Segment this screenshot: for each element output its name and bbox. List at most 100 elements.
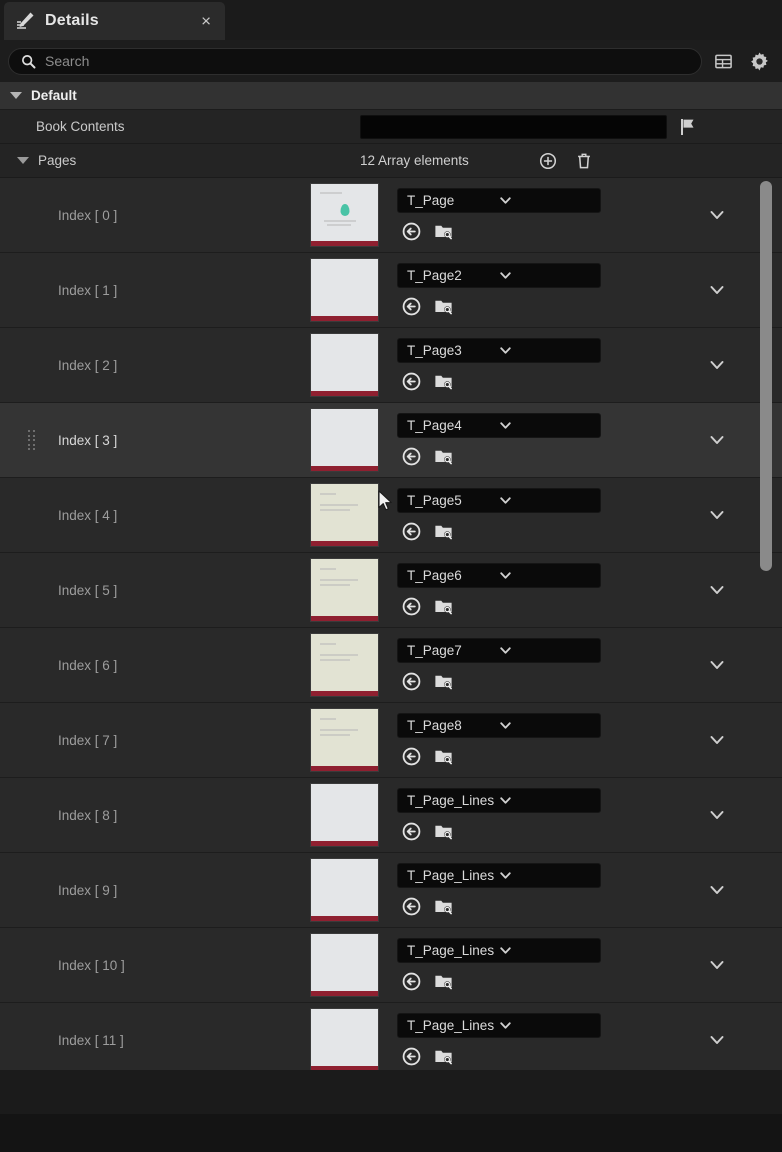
asset-combo-box[interactable]: T_Page2: [397, 262, 601, 288]
use-selected-asset-icon[interactable]: [401, 896, 423, 918]
asset-combo-box[interactable]: T_Page4: [397, 412, 601, 438]
use-selected-asset-icon[interactable]: [401, 1046, 423, 1068]
scrollbar-thumb[interactable]: [760, 181, 772, 571]
use-selected-asset-icon[interactable]: [401, 521, 423, 543]
browse-to-asset-icon[interactable]: [433, 446, 455, 468]
table-row[interactable]: Index [ 5 ] T_Page6: [0, 553, 782, 628]
asset-thumbnail[interactable]: [310, 258, 379, 322]
asset-thumbnail[interactable]: [310, 183, 379, 247]
table-row[interactable]: Index [ 4 ] T_Page5: [0, 478, 782, 553]
chevron-down-icon: [499, 569, 591, 582]
row-expander-chevron-down-icon[interactable]: [708, 206, 726, 224]
use-selected-asset-icon[interactable]: [401, 446, 423, 468]
table-row[interactable]: Index [ 8 ] T_Page_Lines: [0, 778, 782, 853]
browse-to-asset-icon[interactable]: [433, 671, 455, 693]
asset-thumbnail[interactable]: [310, 858, 379, 922]
row-expander-chevron-down-icon[interactable]: [708, 956, 726, 974]
row-expander-chevron-down-icon[interactable]: [708, 881, 726, 899]
table-row[interactable]: Index [ 6 ] T_Page7: [0, 628, 782, 703]
search-input[interactable]: [45, 53, 689, 69]
chevron-down-icon: [499, 344, 591, 357]
browse-to-asset-icon[interactable]: [433, 221, 455, 243]
asset-thumbnail[interactable]: [310, 783, 379, 847]
asset-thumbnail[interactable]: [310, 483, 379, 547]
table-row[interactable]: Index [ 7 ] T_Page8: [0, 703, 782, 778]
pages-label: Pages: [38, 153, 77, 168]
drag-handle[interactable]: [28, 430, 37, 450]
browse-to-asset-icon[interactable]: [433, 746, 455, 768]
thumb-bottom-strip: [311, 916, 378, 921]
table-row[interactable]: Index [ 1 ] T_Page2: [0, 253, 782, 328]
add-element-button[interactable]: [535, 148, 561, 174]
column-view-button[interactable]: [708, 46, 738, 76]
table-row[interactable]: Index [ 2 ] T_Page3: [0, 328, 782, 403]
row-expander-chevron-down-icon[interactable]: [708, 431, 726, 449]
asset-thumbnail[interactable]: [310, 333, 379, 397]
browse-to-asset-icon[interactable]: [433, 371, 455, 393]
search-box[interactable]: [8, 47, 702, 75]
plus-circle-icon: [539, 152, 557, 169]
use-selected-asset-icon[interactable]: [401, 671, 423, 693]
asset-combo-box[interactable]: T_Page_Lines: [397, 1012, 601, 1038]
asset-combo-box[interactable]: T_Page8: [397, 712, 601, 738]
browse-to-asset-icon[interactable]: [433, 821, 455, 843]
asset-combo-box[interactable]: T_Page3: [397, 337, 601, 363]
row-expander-chevron-down-icon[interactable]: [708, 731, 726, 749]
asset-combo-box[interactable]: T_Page5: [397, 487, 601, 513]
row-index-label: Index [ 7 ]: [58, 732, 118, 748]
flag-icon[interactable]: [677, 116, 699, 138]
close-icon[interactable]: ×: [201, 13, 211, 30]
use-selected-asset-icon[interactable]: [401, 971, 423, 993]
row-expander-chevron-down-icon[interactable]: [708, 806, 726, 824]
row-expander-chevron-down-icon[interactable]: [708, 281, 726, 299]
table-row[interactable]: Index [ 10 ] T_Page_Lines: [0, 928, 782, 1003]
asset-thumbnail[interactable]: [310, 1008, 379, 1072]
asset-combo-box[interactable]: T_Page6: [397, 562, 601, 588]
row-index-label: Index [ 5 ]: [58, 582, 118, 598]
asset-combo-box[interactable]: T_Page: [397, 187, 601, 213]
row-expander-chevron-down-icon[interactable]: [708, 581, 726, 599]
row-expander-chevron-down-icon[interactable]: [708, 656, 726, 674]
browse-to-asset-icon[interactable]: [433, 296, 455, 318]
browse-to-asset-icon[interactable]: [433, 896, 455, 918]
table-row[interactable]: Index [ 3 ] T_Page4: [0, 403, 782, 478]
pages-label-wrap[interactable]: Pages: [0, 153, 360, 168]
asset-field-column: T_Page2: [397, 262, 605, 318]
asset-combo-box[interactable]: T_Page_Lines: [397, 787, 601, 813]
asset-combo-box[interactable]: T_Page_Lines: [397, 862, 601, 888]
asset-combo-box[interactable]: T_Page_Lines: [397, 937, 601, 963]
asset-combo-box[interactable]: T_Page7: [397, 637, 601, 663]
row-expander-chevron-down-icon[interactable]: [708, 1031, 726, 1049]
browse-to-asset-icon[interactable]: [433, 596, 455, 618]
use-selected-asset-icon[interactable]: [401, 746, 423, 768]
asset-thumbnail[interactable]: [310, 708, 379, 772]
browse-to-asset-icon[interactable]: [433, 971, 455, 993]
asset-thumbnail[interactable]: [310, 558, 379, 622]
asset-actions: [397, 746, 605, 768]
thumb-bottom-strip: [311, 841, 378, 846]
table-row[interactable]: Index [ 0 ] T_Page: [0, 178, 782, 253]
browse-to-asset-icon[interactable]: [433, 1046, 455, 1068]
use-selected-asset-icon[interactable]: [401, 821, 423, 843]
row-expander-chevron-down-icon[interactable]: [708, 506, 726, 524]
settings-button[interactable]: [744, 46, 774, 76]
book-contents-input[interactable]: [360, 114, 667, 139]
table-row[interactable]: Index [ 9 ] T_Page_Lines: [0, 853, 782, 928]
use-selected-asset-icon[interactable]: [401, 596, 423, 618]
row-index-label: Index [ 10 ]: [58, 957, 125, 973]
table-row[interactable]: Index [ 11 ] T_Page_Lines: [0, 1003, 782, 1078]
use-selected-asset-icon[interactable]: [401, 296, 423, 318]
category-default[interactable]: Default: [0, 82, 782, 110]
asset-thumbnail[interactable]: [310, 633, 379, 697]
asset-field-column: T_Page3: [397, 337, 605, 393]
tab-details[interactable]: Details ×: [4, 2, 225, 40]
asset-thumbnail[interactable]: [310, 408, 379, 472]
vertical-scrollbar[interactable]: [760, 181, 772, 1111]
asset-thumbnail[interactable]: [310, 933, 379, 997]
row-expander-chevron-down-icon[interactable]: [708, 356, 726, 374]
use-selected-asset-icon[interactable]: [401, 371, 423, 393]
search-toolbar: [0, 40, 782, 82]
browse-to-asset-icon[interactable]: [433, 521, 455, 543]
use-selected-asset-icon[interactable]: [401, 221, 423, 243]
delete-all-button[interactable]: [571, 148, 597, 174]
